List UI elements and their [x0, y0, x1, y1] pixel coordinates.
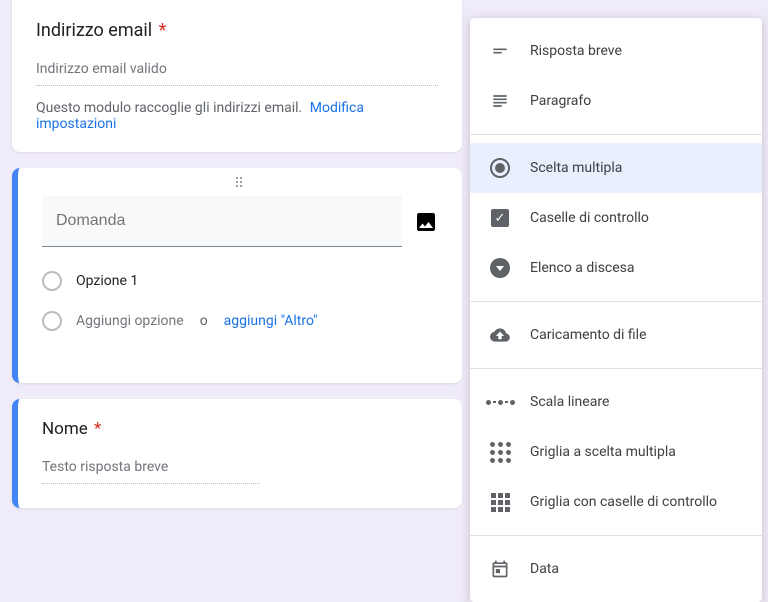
- menu-mc-grid[interactable]: Griglia a scelta multipla: [470, 427, 762, 477]
- mc-grid-icon: [488, 440, 512, 464]
- question-title-input[interactable]: [42, 196, 402, 247]
- required-asterisk: *: [94, 419, 101, 439]
- email-title: Indirizzo email *: [36, 20, 438, 41]
- checkbox-grid-icon: [488, 490, 512, 514]
- menu-checkboxes-label: Caselle di controllo: [530, 210, 649, 226]
- add-other-link[interactable]: aggiungi "Altro": [224, 313, 318, 329]
- menu-short-answer[interactable]: Risposta breve: [470, 26, 762, 76]
- option-1-text[interactable]: Opzione 1: [76, 273, 138, 289]
- menu-multiple-choice-label: Scelta multipla: [530, 160, 622, 176]
- option-row-1[interactable]: Opzione 1: [42, 271, 438, 291]
- menu-checkboxes[interactable]: ✓ Caselle di controllo: [470, 193, 762, 243]
- paragraph-icon: [488, 89, 512, 113]
- question-editor-card[interactable]: ⠿ Opzione 1 Aggiungi opzione o aggiungi …: [12, 168, 462, 383]
- menu-linear-scale[interactable]: Scala lineare: [470, 377, 762, 427]
- add-option-row: Aggiungi opzione o aggiungi "Altro": [42, 311, 438, 331]
- menu-mc-grid-label: Griglia a scelta multipla: [530, 444, 676, 460]
- menu-divider: [470, 134, 762, 135]
- checkboxes-icon: ✓: [488, 206, 512, 230]
- drag-handle-icon[interactable]: ⠿: [234, 176, 246, 192]
- or-text: o: [200, 313, 208, 329]
- email-helper-row: Questo modulo raccoglie gli indirizzi em…: [36, 100, 438, 132]
- name-question-card[interactable]: Nome * Testo risposta breve: [12, 399, 462, 508]
- menu-file-upload[interactable]: Caricamento di file: [470, 310, 762, 360]
- name-title-text: Nome: [42, 419, 88, 439]
- question-type-dropdown[interactable]: Risposta breve Paragrafo Scelta multipla…: [470, 18, 762, 602]
- menu-divider: [470, 368, 762, 369]
- menu-checkbox-grid[interactable]: Griglia con caselle di controllo: [470, 477, 762, 527]
- add-image-icon[interactable]: [414, 210, 438, 234]
- radio-icon: [42, 271, 62, 291]
- email-title-text: Indirizzo email: [36, 20, 152, 41]
- menu-paragraph-label: Paragrafo: [530, 93, 591, 109]
- menu-divider: [470, 535, 762, 536]
- menu-dropdown[interactable]: Elenco a discesa: [470, 243, 762, 293]
- short-answer-icon: [488, 39, 512, 63]
- menu-short-answer-label: Risposta breve: [530, 43, 622, 59]
- menu-date-label: Data: [530, 561, 559, 577]
- menu-file-upload-label: Caricamento di file: [530, 327, 647, 343]
- menu-dropdown-label: Elenco a discesa: [530, 260, 635, 276]
- dropdown-icon: [488, 256, 512, 280]
- email-input-placeholder: Indirizzo email valido: [36, 55, 438, 86]
- menu-paragraph[interactable]: Paragrafo: [470, 76, 762, 126]
- name-title: Nome *: [42, 419, 438, 439]
- required-asterisk: *: [159, 20, 167, 41]
- add-option-link[interactable]: Aggiungi opzione: [76, 313, 184, 329]
- menu-checkbox-grid-label: Griglia con caselle di controllo: [530, 494, 717, 510]
- email-helper-text: Questo modulo raccoglie gli indirizzi em…: [36, 100, 302, 116]
- linear-scale-icon: [488, 390, 512, 414]
- menu-divider: [470, 301, 762, 302]
- date-icon: [488, 557, 512, 581]
- radio-icon: [42, 311, 62, 331]
- email-collection-card: Indirizzo email * Indirizzo email valido…: [12, 0, 462, 152]
- menu-date[interactable]: Data: [470, 544, 762, 594]
- menu-linear-scale-label: Scala lineare: [530, 394, 609, 410]
- multiple-choice-icon: [488, 156, 512, 180]
- menu-multiple-choice[interactable]: Scelta multipla: [470, 143, 762, 193]
- name-answer-placeholder: Testo risposta breve: [42, 453, 260, 484]
- file-upload-icon: [488, 323, 512, 347]
